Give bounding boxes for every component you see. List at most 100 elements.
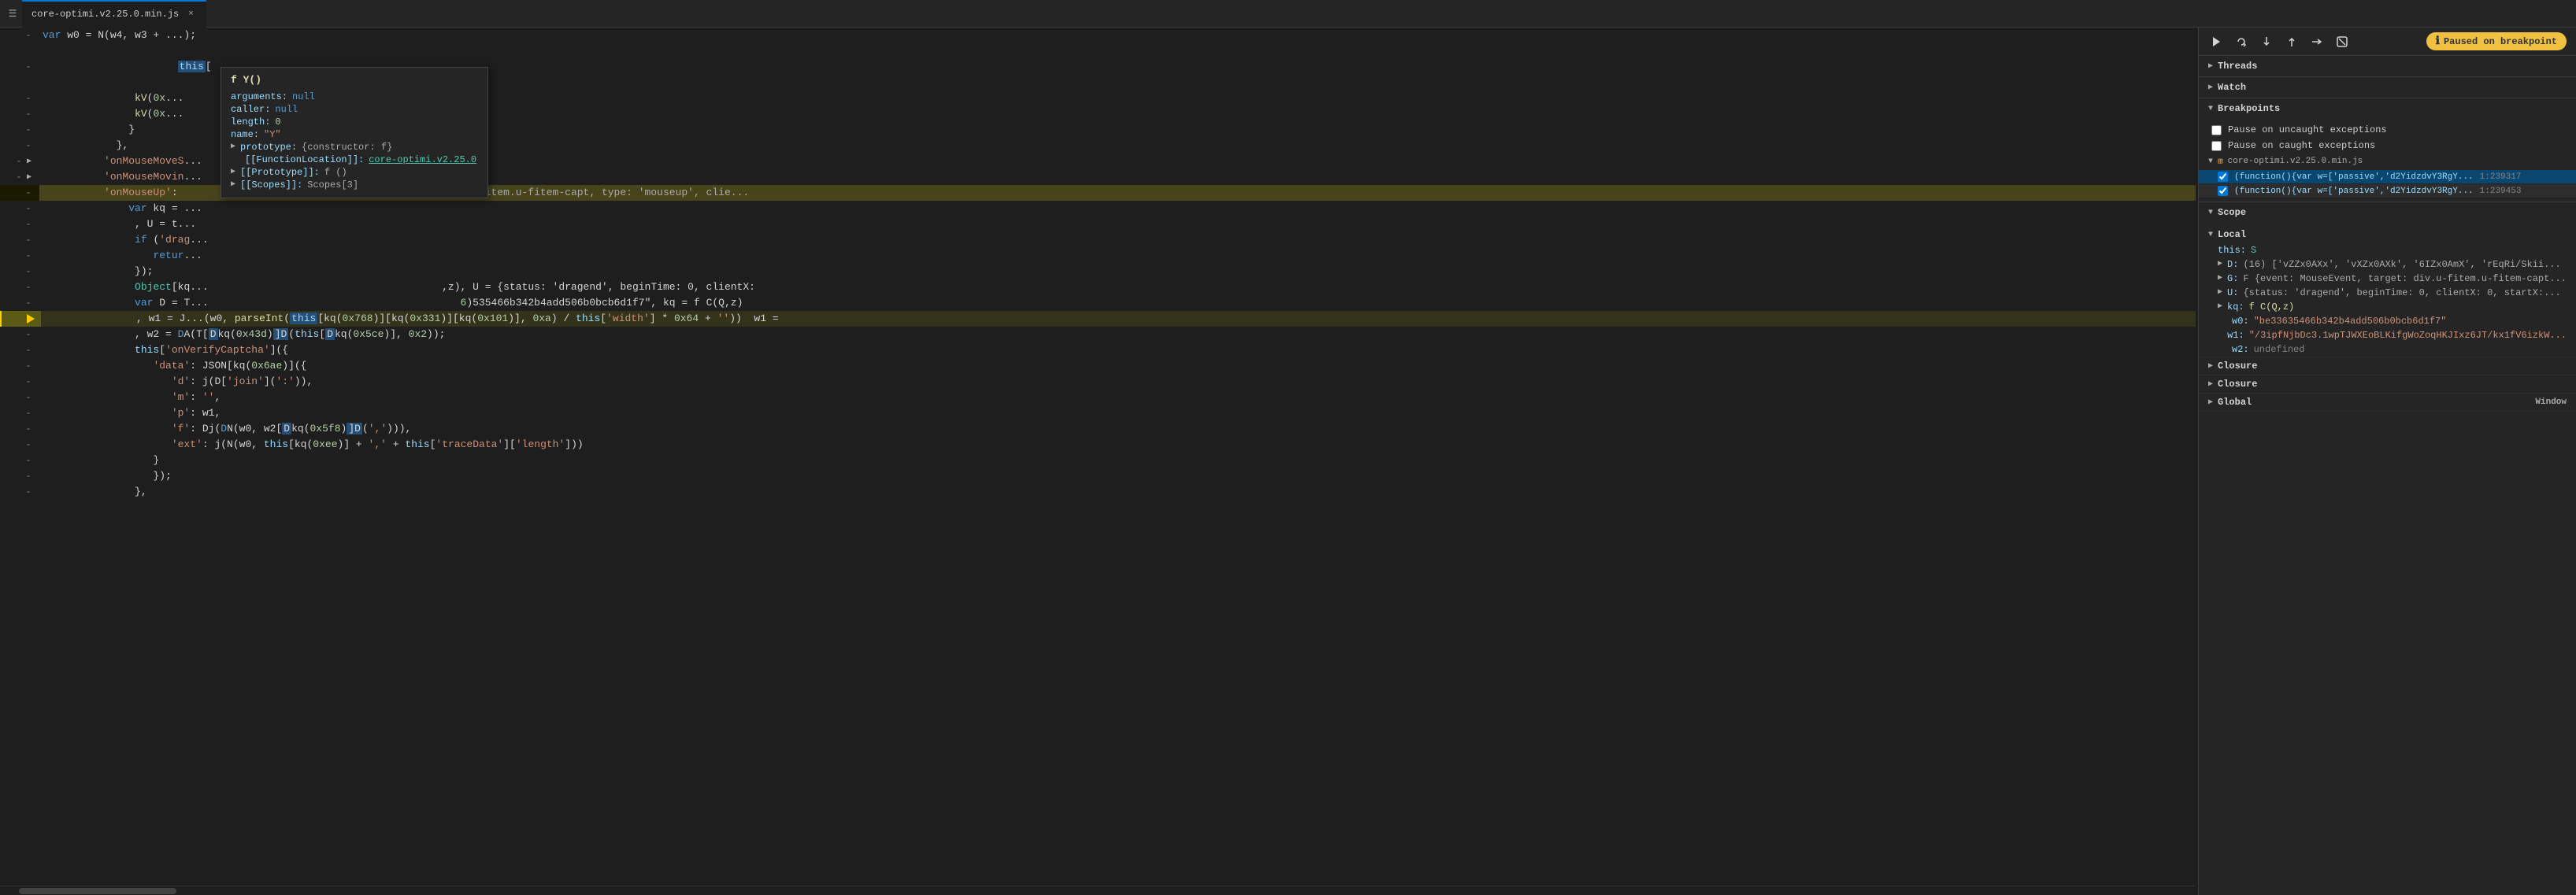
tab-close-button[interactable]: × bbox=[185, 8, 197, 20]
expand-icon[interactable]: ▶ bbox=[231, 179, 235, 189]
tooltip-val: Scopes[3] bbox=[307, 179, 358, 190]
tooltip-key: [[Scopes]]: bbox=[240, 179, 302, 190]
G-expand[interactable] bbox=[2218, 273, 2222, 283]
closure1-expand[interactable] bbox=[2208, 361, 2213, 371]
line-content: Object[kq... ,z), U = {status: 'dragend'… bbox=[39, 279, 2196, 295]
expand-icon[interactable]: ▶ bbox=[231, 167, 235, 176]
dash: - bbox=[24, 109, 33, 120]
local-label: Local bbox=[2218, 229, 2246, 240]
scope-val: f C(Q,z) bbox=[2249, 301, 2295, 313]
kq-expand[interactable] bbox=[2218, 301, 2222, 311]
code-scroll-area[interactable]: - var w0 = N(w4, w3 + ...); - this[ f Y bbox=[0, 28, 2196, 886]
threads-header[interactable]: Threads bbox=[2199, 56, 2576, 76]
resume-button[interactable] bbox=[2208, 34, 2224, 50]
tooltip-key: [[Prototype]]: bbox=[240, 167, 320, 178]
dash: - bbox=[24, 187, 33, 198]
table-row: - 'f': Dj(DN(w0, w2[Dkq(0x5f8)]D(','))), bbox=[0, 421, 2196, 437]
scope-header[interactable]: Scope bbox=[2199, 202, 2576, 223]
local-header[interactable]: Local bbox=[2199, 226, 2576, 243]
line-content: }); bbox=[39, 468, 2196, 484]
bp1-checkbox[interactable] bbox=[2218, 172, 2228, 182]
step-out-button[interactable] bbox=[2284, 34, 2300, 50]
scope-key: this: bbox=[2218, 245, 2246, 256]
line-gutter: - bbox=[0, 28, 39, 43]
code-lines: - var w0 = N(w4, w3 + ...); - this[ f Y bbox=[0, 28, 2196, 500]
bp2-code: (function(){var w=['passive','d2YidzdvY3… bbox=[2234, 187, 2474, 196]
watch-section: Watch bbox=[2199, 77, 2576, 98]
scope-item-this: this: S bbox=[2199, 243, 2576, 257]
tooltip-row: ▶ [[Scopes]]: Scopes[3] bbox=[231, 179, 478, 191]
U-expand[interactable] bbox=[2218, 287, 2222, 297]
bp2-checkbox[interactable] bbox=[2218, 186, 2228, 196]
line-content: 'd': j(D['join'](':')), bbox=[39, 374, 2196, 390]
line-content: 'm': '', bbox=[39, 390, 2196, 405]
tooltip-val: "Y" bbox=[264, 129, 281, 140]
line-gutter: - bbox=[0, 453, 39, 468]
dash: - bbox=[24, 250, 33, 261]
bp2-location: 1:239453 bbox=[2480, 187, 2522, 196]
line-content: } bbox=[39, 453, 2196, 468]
scope-item-w1: w1: "/3ipfNjbDc3.1wpTJWXEoBLKifgWoZoqHKJ… bbox=[2199, 328, 2576, 342]
scope-val: "be33635466b342b4add506b0bcb6d1f7" bbox=[2254, 316, 2447, 327]
dash: - bbox=[24, 345, 33, 356]
bp1-code: (function(){var w=['passive','d2YidzdvY3… bbox=[2234, 172, 2474, 182]
pause-caught-checkbox[interactable] bbox=[2211, 141, 2222, 151]
expand-arrow[interactable]: ▶ bbox=[27, 172, 32, 182]
table-row: - , U = t... bbox=[0, 216, 2196, 232]
expand-arrow[interactable]: ▶ bbox=[27, 157, 32, 166]
line-gutter: - bbox=[0, 91, 39, 106]
table-row: - retur... bbox=[0, 248, 2196, 264]
global-header[interactable]: Global Window bbox=[2199, 394, 2576, 411]
scope-content[interactable]: Local this: S D: (16) ['vZZx0AXx', 'vXZx… bbox=[2199, 223, 2576, 895]
step-instruction-button[interactable] bbox=[2309, 34, 2325, 50]
tooltip-row: caller: null bbox=[231, 103, 478, 116]
global-scope: Global Window bbox=[2199, 394, 2576, 412]
closure1-header[interactable]: Closure bbox=[2199, 357, 2576, 375]
tooltip-key: arguments: bbox=[231, 91, 287, 102]
watch-header[interactable]: Watch bbox=[2199, 77, 2576, 98]
local-expand[interactable] bbox=[2208, 231, 2213, 239]
scope-item-U: U: {status: 'dragend', beginTime: 0, cli… bbox=[2199, 286, 2576, 300]
line-gutter: - bbox=[0, 468, 39, 484]
line-gutter: - bbox=[0, 390, 39, 405]
pause-uncaught-checkbox[interactable] bbox=[2211, 125, 2222, 135]
table-row: - var kq = ... bbox=[0, 201, 2196, 216]
scope-val: F {event: MouseEvent, target: div.u-fite… bbox=[2243, 273, 2566, 284]
closure2-expand[interactable] bbox=[2208, 379, 2213, 389]
dash: - bbox=[24, 408, 33, 419]
scope-val: S bbox=[2251, 245, 2256, 256]
file-tab[interactable]: core-optimi.v2.25.0.min.js × bbox=[22, 0, 206, 28]
breakpoints-header[interactable]: Breakpoints bbox=[2199, 98, 2576, 119]
breakpoints-label: Breakpoints bbox=[2218, 103, 2280, 114]
D-expand[interactable] bbox=[2218, 259, 2222, 268]
scope-item-kq: kq: f C(Q,z) bbox=[2199, 300, 2576, 314]
table-row: - }); bbox=[0, 468, 2196, 484]
debug-buttons bbox=[2208, 34, 2350, 50]
tooltip-row: length: 0 bbox=[231, 116, 478, 128]
step-into-button[interactable] bbox=[2259, 34, 2274, 50]
scrollbar-thumb[interactable] bbox=[19, 888, 176, 894]
scope-val: undefined bbox=[2254, 344, 2305, 355]
line-content: , w1 = J...(w0, parseInt(this[kq(0x768)]… bbox=[41, 311, 2196, 327]
closure2-label: Closure bbox=[2218, 379, 2257, 390]
function-location-link[interactable]: core-optimi.v2.25.0 bbox=[369, 154, 476, 165]
step-over-button[interactable] bbox=[2233, 34, 2249, 50]
tooltip-title: f Y() bbox=[231, 74, 478, 86]
sidebar-toggle-icon[interactable]: ☰ bbox=[6, 7, 19, 20]
tooltip-row: [[FunctionLocation]]: core-optimi.v2.25.… bbox=[231, 153, 478, 166]
line-gutter: - bbox=[0, 232, 39, 248]
bp1-location: 1:239317 bbox=[2480, 172, 2522, 182]
closure2-header[interactable]: Closure bbox=[2199, 375, 2576, 393]
horizontal-scrollbar[interactable] bbox=[0, 886, 2196, 895]
expand-icon[interactable]: ▶ bbox=[231, 142, 235, 151]
breakpoint-item-1[interactable]: (function(){var w=['passive','d2YidzdvY3… bbox=[2199, 170, 2576, 183]
global-expand[interactable] bbox=[2208, 398, 2213, 407]
line-gutter: - bbox=[0, 264, 39, 279]
threads-section: Threads bbox=[2199, 56, 2576, 77]
breakpoint-item-2[interactable]: (function(){var w=['passive','d2YidzdvY3… bbox=[2199, 184, 2576, 198]
line-gutter: - bbox=[0, 201, 39, 216]
line-content: 'ext': j(N(w0, this[kq(0xee)] + ',' + th… bbox=[39, 437, 2196, 453]
line-gutter: - bbox=[0, 295, 39, 311]
deactivate-breakpoints-button[interactable] bbox=[2334, 34, 2350, 50]
scope-val: "/3ipfNjbDc3.1wpTJWXEoBLKifgWoZoqHKJIxz6… bbox=[2249, 330, 2567, 341]
